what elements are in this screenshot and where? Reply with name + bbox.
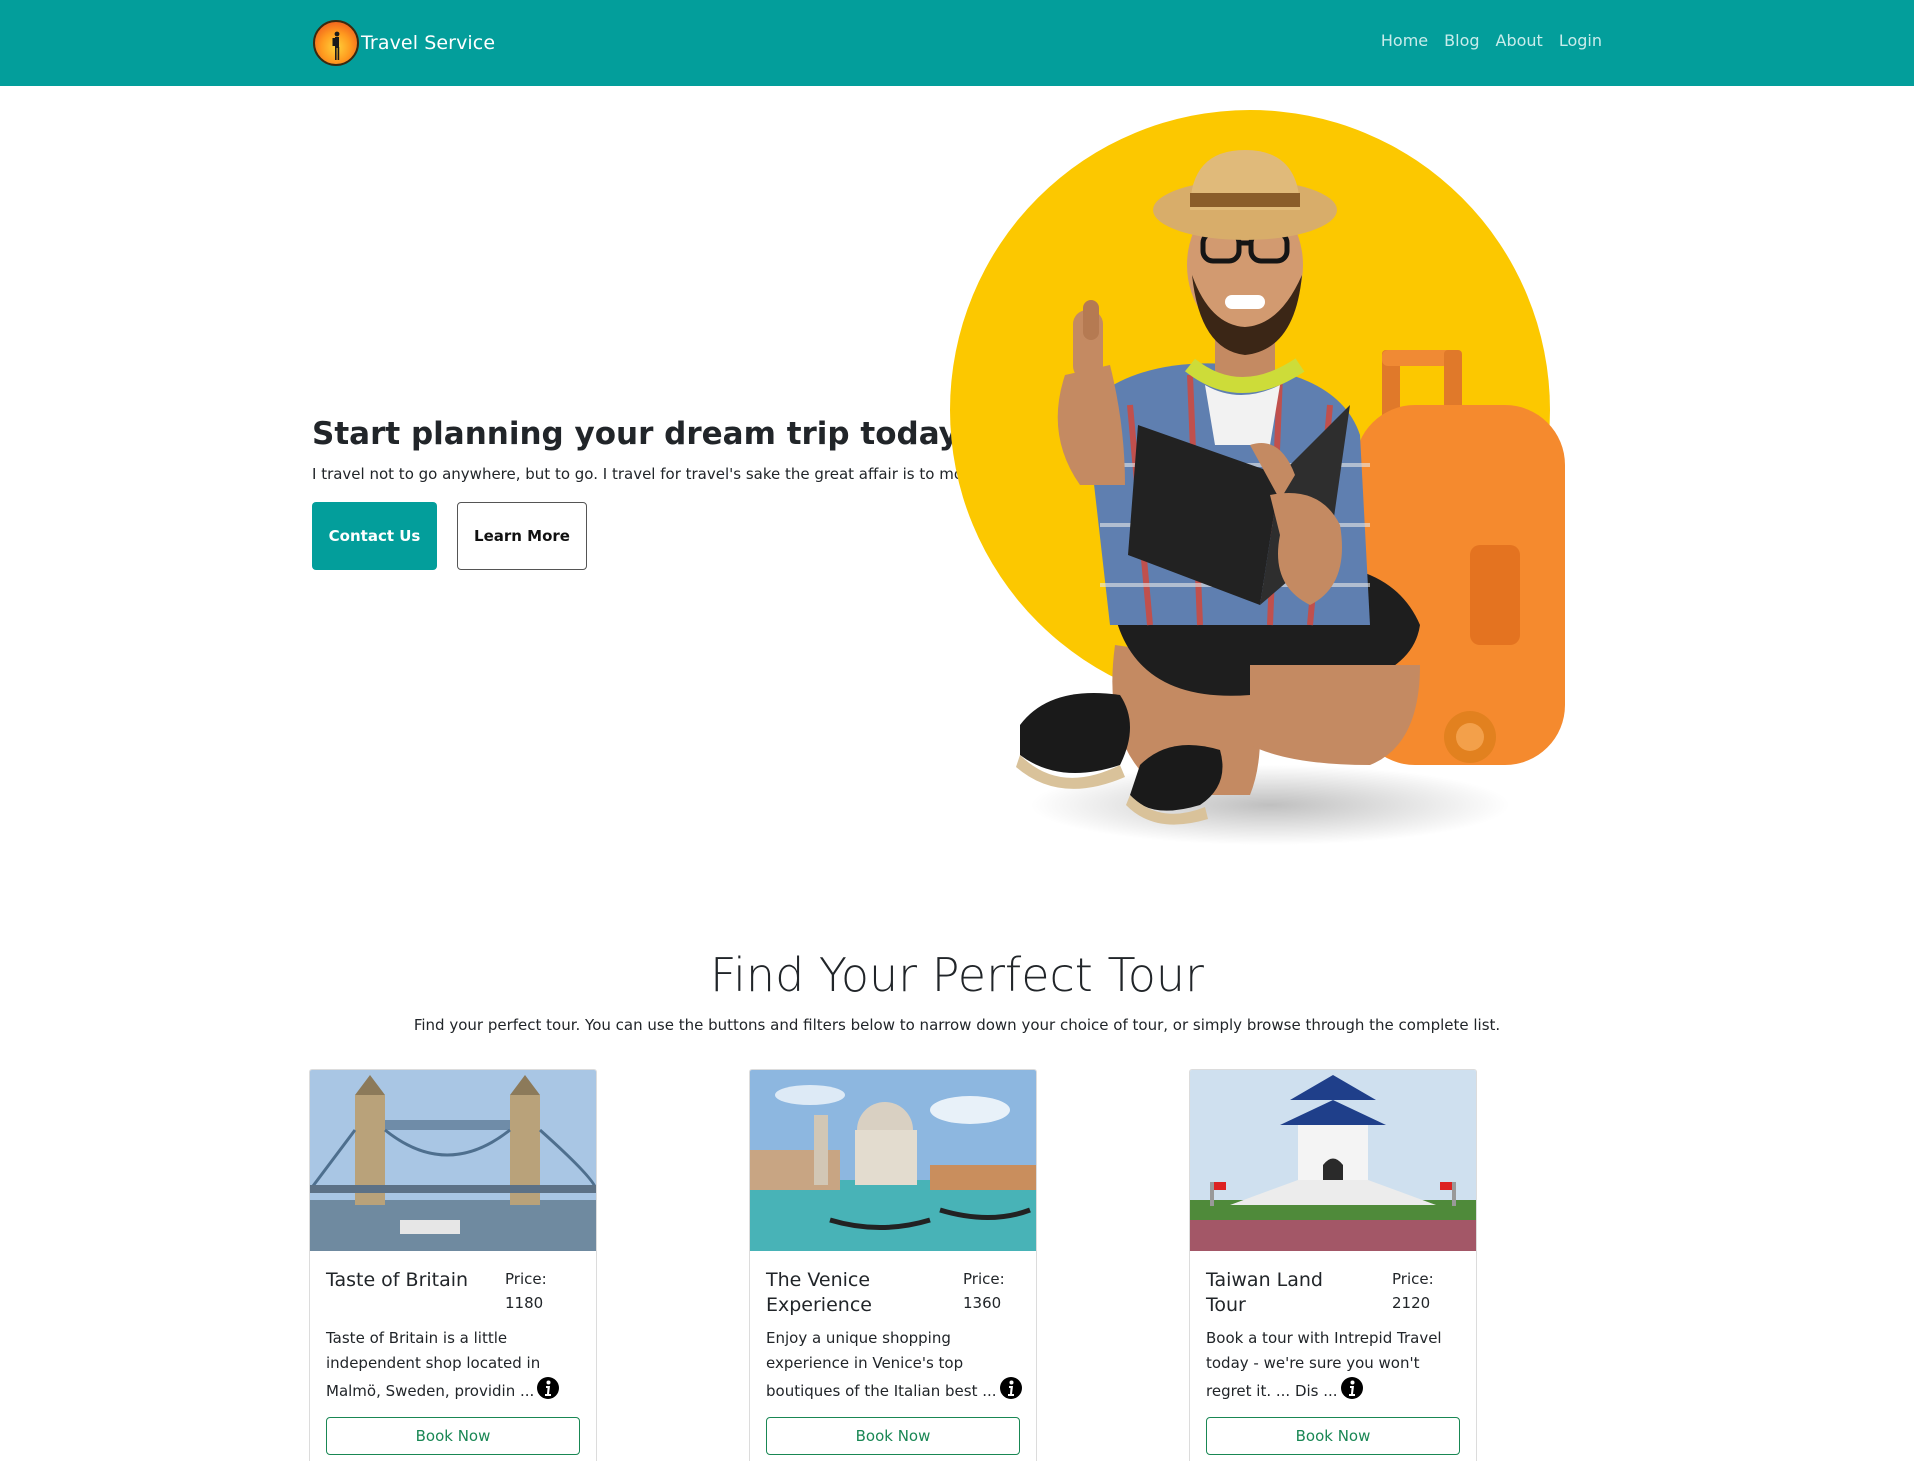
tour-description: Enjoy a unique shopping experience in Ve… bbox=[766, 1326, 1028, 1404]
hero-traveler-image bbox=[950, 110, 1565, 845]
nav-links: Home Blog About Login bbox=[1381, 31, 1602, 50]
tour-card-taiwan: Taiwan Land Tour Price: 2120 Book a tour… bbox=[1189, 1069, 1477, 1461]
tour-description: Taste of Britain is a little independent… bbox=[326, 1326, 588, 1404]
nav-blog[interactable]: Blog bbox=[1444, 31, 1479, 50]
price-label: Price: bbox=[963, 1270, 1005, 1288]
tour-card-britain: Taste of Britain Price: 1180 Taste of Br… bbox=[309, 1069, 597, 1461]
price-label: Price: bbox=[1392, 1270, 1434, 1288]
tour-name: Taste of Britain bbox=[326, 1269, 469, 1291]
tour-description-text: Taste of Britain is a little independent… bbox=[326, 1329, 541, 1400]
tours-subtitle: Find your perfect tour. You can use the … bbox=[413, 1016, 1501, 1034]
info-circle-icon[interactable] bbox=[536, 1376, 560, 1400]
book-now-button[interactable]: Book Now bbox=[1206, 1417, 1460, 1455]
tour-card-venice: The Venice Experience Price: 1360 Enjoy … bbox=[749, 1069, 1037, 1461]
taiwan-memorial-image bbox=[1190, 1070, 1476, 1251]
contact-us-button[interactable]: Contact Us bbox=[312, 502, 437, 570]
price-value: 2120 bbox=[1392, 1294, 1431, 1312]
brand-link[interactable]: Travel Service bbox=[313, 20, 495, 66]
price-value: 1180 bbox=[505, 1294, 544, 1312]
navbar: Travel Service Home Blog About Login bbox=[0, 0, 1914, 86]
learn-more-button[interactable]: Learn More bbox=[457, 502, 587, 570]
brand-name: Travel Service bbox=[361, 32, 496, 54]
brand-logo-icon bbox=[313, 20, 359, 66]
info-circle-icon[interactable] bbox=[1340, 1376, 1364, 1400]
book-now-button[interactable]: Book Now bbox=[326, 1417, 580, 1455]
price-label: Price: bbox=[505, 1270, 547, 1288]
nav-about[interactable]: About bbox=[1496, 31, 1543, 50]
venice-image bbox=[750, 1070, 1036, 1251]
hero-title: Start planning your dream trip today! bbox=[312, 416, 974, 452]
hero-subtitle: I travel not to go anywhere, but to go. … bbox=[312, 465, 986, 483]
tower-bridge-image bbox=[310, 1070, 596, 1251]
info-circle-icon[interactable] bbox=[999, 1376, 1023, 1400]
tour-name: The Venice Experience bbox=[766, 1269, 872, 1316]
nav-home[interactable]: Home bbox=[1381, 31, 1428, 50]
tour-description-text: Book a tour with Intrepid Travel today -… bbox=[1206, 1329, 1442, 1400]
tour-description: Book a tour with Intrepid Travel today -… bbox=[1206, 1326, 1468, 1404]
tour-description-text: Enjoy a unique shopping experience in Ve… bbox=[766, 1329, 997, 1400]
nav-login[interactable]: Login bbox=[1559, 31, 1602, 50]
tour-name: Taiwan Land Tour bbox=[1206, 1269, 1323, 1316]
tours-title: Find Your Perfect Tour bbox=[710, 948, 1204, 1002]
price-value: 1360 bbox=[963, 1294, 1002, 1312]
book-now-button[interactable]: Book Now bbox=[766, 1417, 1020, 1455]
